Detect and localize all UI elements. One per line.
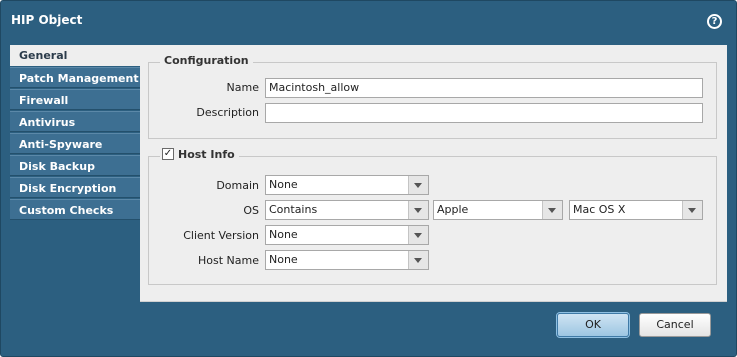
client-version-label: Client Version: [183, 229, 259, 242]
domain-label: Domain: [216, 179, 259, 192]
tab-patch-management[interactable]: Patch Management: [10, 67, 140, 88]
host-name-label: Host Name: [198, 254, 259, 267]
tab-disk-backup[interactable]: Disk Backup: [10, 155, 140, 176]
os-vendor-value: Apple: [437, 203, 469, 216]
os-operator-value: Contains: [269, 203, 318, 216]
description-label: Description: [196, 106, 259, 119]
tab-custom-checks[interactable]: Custom Checks: [10, 199, 140, 220]
ok-button[interactable]: OK: [557, 313, 629, 337]
domain-select[interactable]: None: [265, 175, 429, 195]
os-name-select[interactable]: Mac OS X: [569, 200, 703, 220]
tab-general[interactable]: General: [10, 45, 141, 66]
chevron-down-icon[interactable]: [408, 226, 428, 244]
host-name-value: None: [269, 253, 298, 266]
client-version-select[interactable]: None: [265, 225, 429, 245]
general-panel: Configuration Name Macintosh_allow Descr…: [140, 45, 727, 302]
os-name-value: Mac OS X: [573, 203, 626, 216]
host-info-legend: ✓ Host Info: [160, 148, 239, 161]
host-info-checkbox[interactable]: ✓: [162, 148, 174, 160]
host-info-legend-text: Host Info: [178, 148, 235, 161]
os-vendor-select[interactable]: Apple: [433, 200, 563, 220]
chevron-down-icon[interactable]: [682, 201, 702, 219]
host-name-select[interactable]: None: [265, 250, 429, 270]
name-label: Name: [226, 81, 259, 94]
description-field[interactable]: [265, 103, 703, 123]
help-icon[interactable]: ?: [707, 14, 722, 29]
tab-firewall[interactable]: Firewall: [10, 89, 140, 110]
tab-disk-encryption[interactable]: Disk Encryption: [10, 177, 140, 198]
dialog-title: HIP Object: [11, 13, 83, 27]
os-operator-select[interactable]: Contains: [265, 200, 429, 220]
chevron-down-icon[interactable]: [542, 201, 562, 219]
domain-select-value: None: [269, 178, 298, 191]
chevron-down-icon[interactable]: [408, 176, 428, 194]
hip-object-dialog: HIP Object ? General Patch Management Fi…: [0, 0, 737, 357]
client-version-value: None: [269, 228, 298, 241]
host-info-section: ✓ Host Info Domain None OS Contains Appl…: [148, 148, 717, 285]
tab-antivirus[interactable]: Antivirus: [10, 111, 140, 132]
chevron-down-icon[interactable]: [408, 201, 428, 219]
name-field[interactable]: Macintosh_allow: [265, 78, 703, 98]
configuration-section: Configuration Name Macintosh_allow Descr…: [148, 54, 717, 139]
os-label: OS: [243, 204, 259, 217]
chevron-down-icon[interactable]: [408, 251, 428, 269]
tab-anti-spyware[interactable]: Anti-Spyware: [10, 133, 140, 154]
cancel-button[interactable]: Cancel: [639, 313, 711, 337]
configuration-legend: Configuration: [160, 54, 253, 67]
tab-list: General Patch Management Firewall Antivi…: [10, 45, 141, 221]
